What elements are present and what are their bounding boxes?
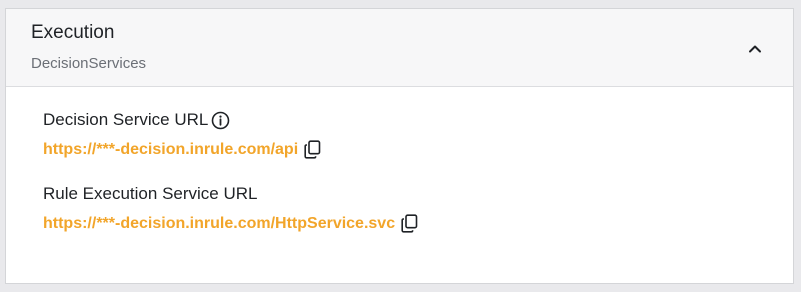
copy-icon[interactable]	[304, 140, 321, 159]
copy-icon[interactable]	[401, 214, 418, 233]
chevron-up-icon[interactable]	[744, 37, 766, 59]
decision-service-url-row: https://***-decision.inrule.com/api	[43, 140, 321, 159]
info-icon[interactable]	[211, 111, 230, 130]
rule-execution-service-url-label: Rule Execution Service URL	[43, 184, 257, 204]
field-label-text: Rule Execution Service URL	[43, 184, 258, 203]
panel-subtitle: DecisionServices	[31, 55, 147, 72]
field-label-text: Decision Service URL	[43, 110, 209, 129]
decision-service-url-link[interactable]: https://***-decision.inrule.com/api	[43, 141, 298, 159]
decision-service-url-label: Decision Service URL	[43, 110, 230, 130]
rule-execution-service-url-row: https://***-decision.inrule.com/HttpServ…	[43, 214, 418, 233]
rule-execution-service-url-link[interactable]: https://***-decision.inrule.com/HttpServ…	[43, 215, 395, 233]
panel-header[interactable]: Execution DecisionServices	[6, 9, 793, 87]
execution-panel: Execution DecisionServices Decision Serv…	[5, 8, 794, 284]
panel-title: Execution	[31, 22, 115, 43]
